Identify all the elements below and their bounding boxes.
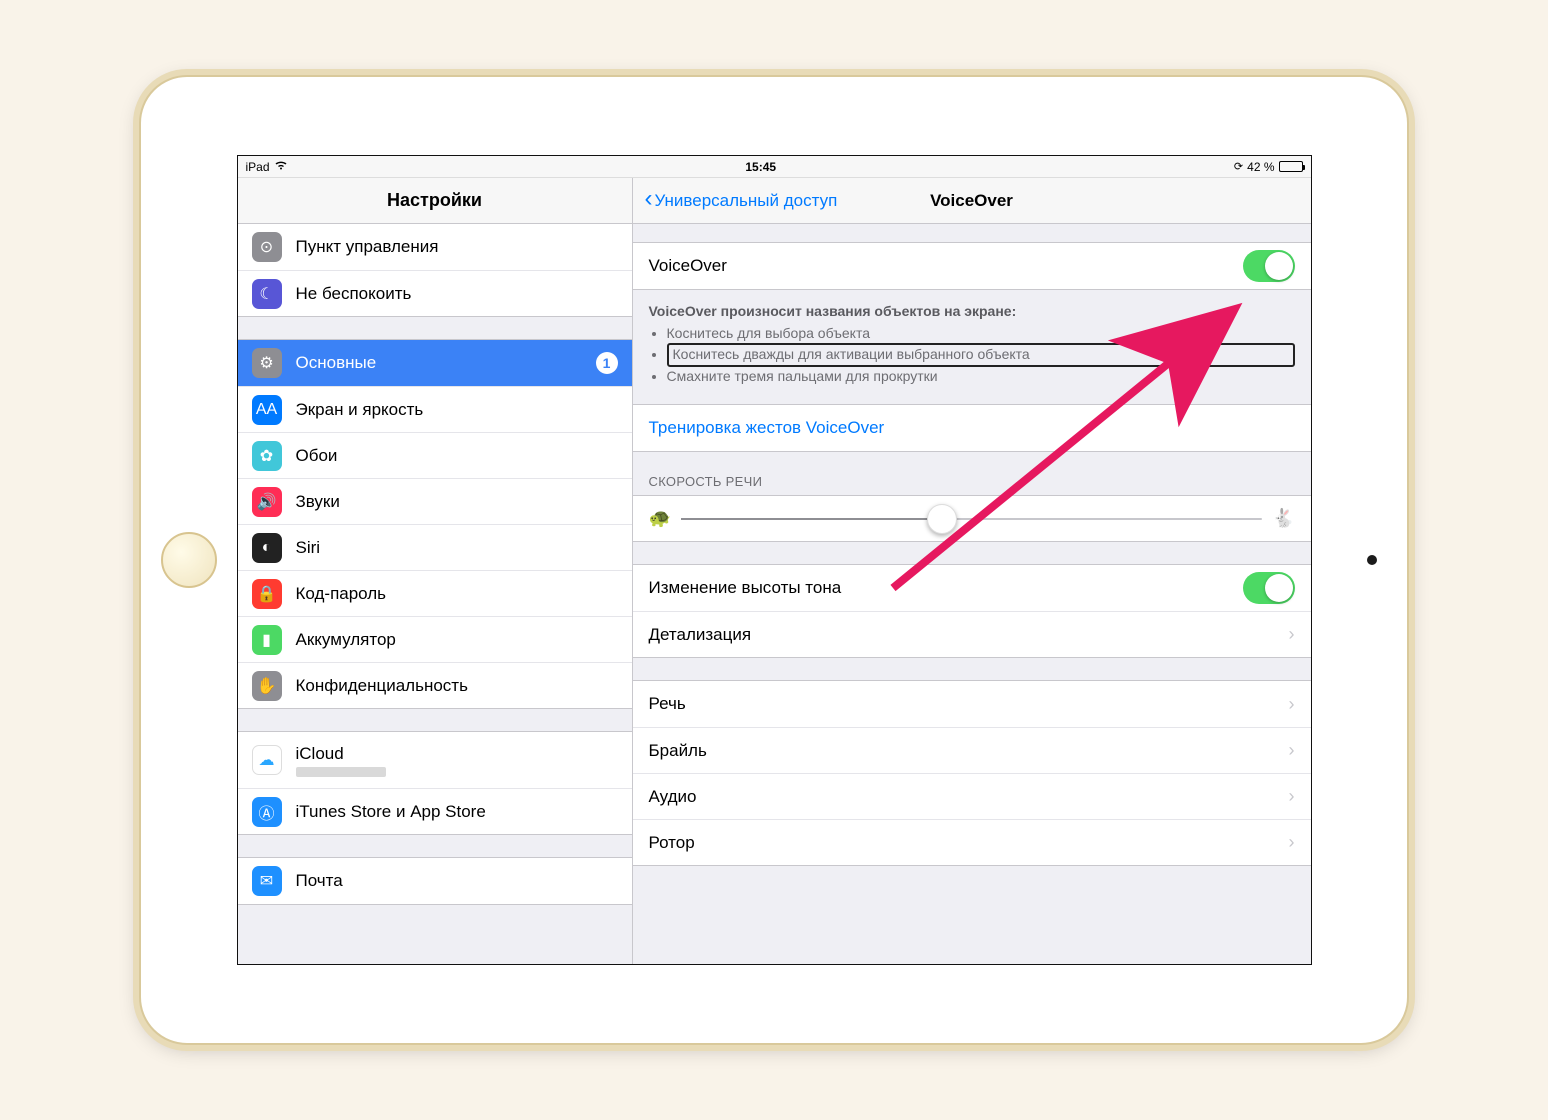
app-icon: ⊙ [252,232,282,262]
detail-scroll[interactable]: VoiceOver VoiceOver произносит названия … [633,224,1311,964]
detail-nav-row[interactable]: Аудио › [633,773,1311,819]
chevron-right-icon: › [1289,832,1295,853]
voiceover-description: VoiceOver произносит названия объектов н… [633,296,1311,404]
sidebar-item-label: Siri [296,538,321,557]
desc-item-focused: Коснитесь дважды для активации выбранног… [667,343,1295,367]
sidebar-item-label: Экран и яркость [296,400,424,419]
page-title: VoiceOver [930,191,1013,211]
rotation-lock-icon: ⟳ [1234,160,1243,173]
detail-pane: ‹ Универсальный доступ VoiceOver VoiceOv… [633,178,1311,964]
sidebar-item-label: Обои [296,446,338,465]
speech-rate-slider[interactable]: 🐢 🐇 [633,496,1311,541]
rabbit-icon: 🐇 [1272,508,1294,529]
sidebar-item[interactable]: ◐ Siri [238,524,632,570]
app-icon: 🔊 [252,487,282,517]
detail-row-label: Ротор [649,833,695,853]
device-label: iPad [246,160,270,174]
chevron-right-icon: › [1289,694,1295,715]
app-icon: ⚙ [252,348,282,378]
sidebar-item[interactable]: ✋ Конфиденциальность [238,662,632,708]
voiceover-toggle-row[interactable]: VoiceOver [633,243,1311,289]
app-icon: ☁ [252,745,282,775]
back-button[interactable]: ‹ Универсальный доступ [645,191,838,211]
sidebar-item[interactable]: ☾ Не беспокоить [238,270,632,316]
app-icon: Ⓐ [252,797,282,827]
detail-header: ‹ Универсальный доступ VoiceOver [633,178,1311,224]
status-bar: iPad 15:45 ⟳ 42 % [238,156,1311,178]
clock: 15:45 [288,160,1234,174]
screen: iPad 15:45 ⟳ 42 % Настройки ⊙ Пункт управ… [237,155,1312,965]
slider-thumb[interactable] [927,504,957,534]
sidebar-item-label: Пункт управления [296,237,439,256]
sidebar-item[interactable]: ⚙ Основные 1 [238,340,632,386]
sidebar-item[interactable]: ⒶiTunes Store и App Store [238,788,632,834]
sidebar-item-label: iCloud [296,744,386,764]
app-icon: ✉ [252,866,282,896]
sidebar-item-label: Не беспокоить [296,284,412,303]
pitch-toggle-row[interactable]: Изменение высоты тона [633,565,1311,611]
sidebar-item[interactable]: 🔊 Звуки [238,478,632,524]
account-sublabel [296,767,386,777]
settings-sidebar: Настройки ⊙ Пункт управления ☾ Не беспокоит… [238,178,633,964]
sidebar-item-label: Код-пароль [296,584,387,603]
back-label: Универсальный доступ [655,191,838,211]
voiceover-toggle[interactable] [1243,250,1295,282]
turtle-icon: 🐢 [649,508,671,529]
wifi-icon [274,160,288,173]
sidebar-item[interactable]: ⊙ Пункт управления [238,224,632,270]
sidebar-item[interactable]: ▮ Аккумулятор [238,616,632,662]
sidebar-item[interactable]: ☁ iCloud [238,732,632,788]
sidebar-item-label: Аккумулятор [296,630,396,649]
notification-badge: 1 [596,352,618,374]
sidebar-title: Настройки [238,178,632,224]
pitch-label: Изменение высоты тона [649,578,842,598]
camera-dot [1367,555,1377,565]
sidebar-item-label: Почта [296,871,343,890]
sidebar-item-label: Конфиденциальность [296,676,468,695]
detail-nav-row[interactable]: Речь › [633,681,1311,727]
detail-row-label: Брайль [649,741,707,761]
detail-row-label: Речь [649,694,686,714]
detail-nav-row[interactable]: Брайль › [633,727,1311,773]
sidebar-item-label: iTunes Store и App Store [296,802,486,821]
practice-label: Тренировка жестов VoiceOver [649,418,885,438]
sidebar-item-label: Звуки [296,492,340,511]
desc-item: Смахните тремя пальцами для прокрутки [667,367,1295,387]
app-icon: AA [252,395,282,425]
sidebar-item[interactable]: 🔒 Код-пароль [238,570,632,616]
home-button[interactable] [161,532,217,588]
voiceover-practice-row[interactable]: Тренировка жестов VoiceOver [633,405,1311,451]
app-icon: ☾ [252,279,282,309]
sidebar-item[interactable]: ✉ Почта [238,858,632,904]
ipad-frame: iPad 15:45 ⟳ 42 % Настройки ⊙ Пункт управ… [139,75,1409,1045]
detail-nav-row[interactable]: Ротор › [633,819,1311,865]
app-icon: 🔒 [252,579,282,609]
detail-row-label: Аудио [649,787,697,807]
sidebar-item[interactable]: ✿ Обои [238,432,632,478]
pitch-toggle[interactable] [1243,572,1295,604]
app-icon: ✿ [252,441,282,471]
chevron-right-icon: › [1289,624,1295,645]
app-icon: ✋ [252,671,282,701]
verbosity-label: Детализация [649,625,752,645]
voiceover-label: VoiceOver [649,256,727,276]
speed-section-label: СКОРОСТЬ РЕЧИ [633,452,1311,495]
app-icon: ◐ [252,533,282,563]
battery-icon [1279,161,1303,172]
sidebar-scroll[interactable]: ⊙ Пункт управления ☾ Не беспокоить ⚙ Основны… [238,224,632,964]
desc-item: Коснитесь для выбора объекта [667,324,1295,344]
battery-text: 42 % [1247,160,1274,174]
sidebar-item[interactable]: AA Экран и яркость [238,386,632,432]
app-icon: ▮ [252,625,282,655]
sidebar-item-label: Основные [296,353,377,372]
chevron-right-icon: › [1289,786,1295,807]
verbosity-row[interactable]: Детализация › [633,611,1311,657]
desc-title: VoiceOver произносит названия объектов н… [649,302,1295,322]
chevron-right-icon: › [1289,740,1295,761]
